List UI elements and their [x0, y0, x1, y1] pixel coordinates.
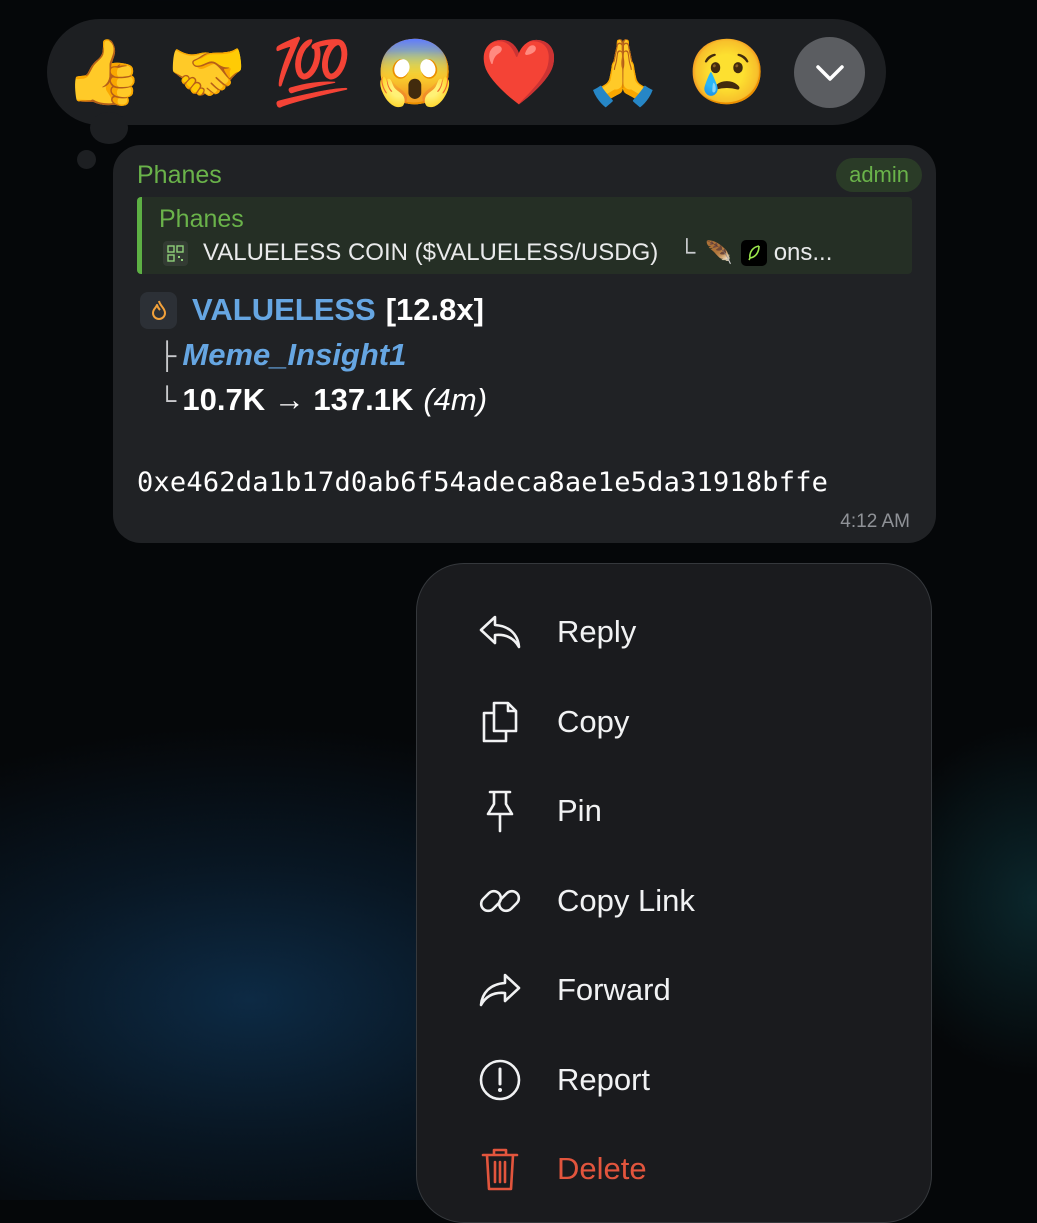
menu-label-delete: Delete	[557, 1151, 647, 1186]
reaction-bar-tail-dot	[77, 150, 96, 169]
call-duration: (4m)	[423, 382, 488, 417]
menu-label-forward: Forward	[557, 972, 671, 1007]
reply-quote[interactable]: Phanes VALUELESS COIN ($VALUELESS/USDG) …	[137, 197, 912, 274]
token-multiplier: [12.8x]	[385, 292, 484, 327]
chevron-down-icon	[815, 64, 844, 81]
menu-item-delete[interactable]: Delete	[417, 1124, 931, 1214]
menu-item-copy-link[interactable]: Copy Link	[417, 856, 931, 946]
reaction-hundred[interactable]: 💯	[270, 28, 354, 116]
menu-label-reply: Reply	[557, 614, 637, 649]
reaction-crying-face[interactable]: 😢	[685, 28, 769, 116]
admin-badge: admin	[836, 158, 922, 192]
reaction-thumbs-up[interactable]: 👍	[62, 28, 146, 116]
reaction-screaming-face[interactable]: 😱	[373, 28, 457, 116]
menu-label-copy-link: Copy Link	[557, 883, 695, 918]
menu-label-copy: Copy	[557, 704, 630, 739]
menu-label-report: Report	[557, 1062, 651, 1097]
tree-branch-glyph: ├	[158, 339, 177, 370]
message-timestamp: 4:12 AM	[840, 511, 910, 532]
leaf-app-icon	[740, 240, 767, 266]
quote-sender: Phanes	[159, 205, 244, 233]
expand-reactions-button[interactable]	[794, 37, 865, 108]
trash-icon	[477, 1146, 523, 1192]
mcap-change: 10.7K → 137.1K	[182, 382, 414, 417]
message-bubble[interactable]: Phanes admin Phanes VALUELESS COIN ($VAL…	[113, 145, 936, 543]
pin-icon	[477, 788, 523, 834]
caller-line: ├ Meme_Insight1	[158, 337, 406, 373]
reaction-folded-hands[interactable]: 🙏	[581, 28, 665, 116]
quote-suffix: ons...	[773, 239, 833, 266]
menu-item-reply[interactable]: Reply	[417, 587, 931, 677]
token-name[interactable]: VALUELESS	[192, 292, 376, 328]
mcap-line: └ 10.7K → 137.1K (4m)	[158, 382, 487, 418]
message-sender[interactable]: Phanes	[137, 161, 222, 190]
fire-icon	[140, 291, 177, 329]
quote-text: VALUELESS COIN ($VALUELESS/USDG) └ 🪶 ons…	[163, 239, 832, 267]
reaction-red-heart[interactable]: ❤️	[477, 28, 561, 116]
exclamation-circle-icon	[477, 1057, 523, 1103]
context-menu: Reply Copy Pin Copy Link Forward Report …	[416, 563, 932, 1223]
qr-code-icon	[163, 240, 188, 266]
forward-icon	[477, 967, 523, 1013]
menu-label-pin: Pin	[557, 793, 602, 828]
contract-address[interactable]: 0xe462da1b17d0ab6f54adeca8ae1e5da31918bf…	[137, 467, 828, 498]
copy-icon	[477, 699, 523, 745]
reaction-bar-tail	[90, 112, 128, 144]
link-icon	[477, 878, 523, 924]
feather-icon: 🪶	[705, 240, 733, 265]
menu-item-forward[interactable]: Forward	[417, 945, 931, 1035]
quote-coin-title: VALUELESS COIN ($VALUELESS/USDG)	[203, 239, 659, 266]
tree-end-glyph: └	[158, 384, 177, 415]
quote-tree-glyph: └	[678, 239, 696, 266]
menu-item-pin[interactable]: Pin	[417, 766, 931, 856]
token-line: VALUELESS [12.8x]	[140, 291, 484, 329]
caller-link[interactable]: Meme_Insight1	[182, 337, 406, 373]
menu-item-report[interactable]: Report	[417, 1035, 931, 1125]
reaction-handshake[interactable]: 🤝	[165, 28, 249, 116]
reply-icon	[477, 609, 523, 655]
menu-item-copy[interactable]: Copy	[417, 677, 931, 767]
